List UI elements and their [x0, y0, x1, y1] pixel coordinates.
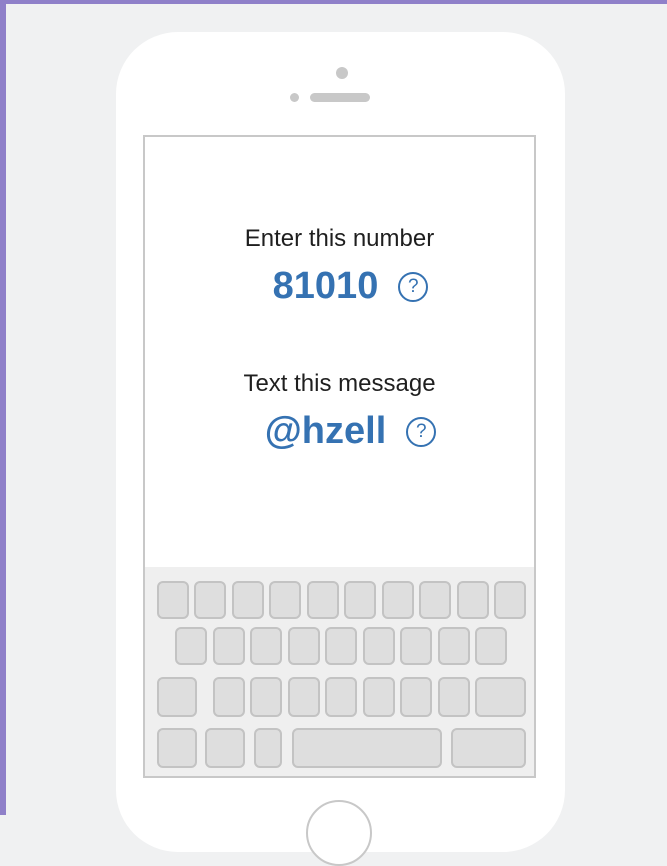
- keyboard-key: [288, 677, 320, 717]
- home-button: [306, 800, 372, 866]
- keyboard-globe-key: [205, 728, 245, 768]
- keyboard-key: [419, 581, 451, 619]
- keyboard-return-key: [451, 728, 526, 768]
- phone-screen: Enter this number 81010 ? Text this mess…: [143, 135, 536, 778]
- keyboard-mic-key: [254, 728, 282, 768]
- keyboard-key: [400, 627, 432, 665]
- message-help-icon[interactable]: ?: [406, 416, 437, 447]
- keyboard-key: [194, 581, 226, 619]
- keyboard-key: [250, 677, 282, 717]
- number-label: Enter this number: [244, 225, 435, 252]
- message-label: Text this message: [243, 370, 436, 397]
- keyboard-delete-key: [475, 677, 526, 717]
- keyboard-key: [475, 627, 507, 665]
- keyboard-key: [438, 677, 470, 717]
- keyboard-key: [457, 581, 489, 619]
- frame-border-top: [0, 0, 667, 4]
- keyboard-key: [344, 581, 376, 619]
- keyboard-key: [438, 627, 470, 665]
- keyboard-shift-key: [157, 677, 197, 717]
- keyboard-key: [400, 677, 432, 717]
- keyboard-key: [363, 677, 395, 717]
- message-value: @hzell: [264, 410, 387, 452]
- keyboard-key: [494, 581, 526, 619]
- keyboard-key: [232, 581, 264, 619]
- keyboard-key: [288, 627, 320, 665]
- keyboard-key: [325, 627, 357, 665]
- keyboard-numbers-key: [157, 728, 197, 768]
- keyboard-key: [269, 581, 301, 619]
- keyboard-key: [175, 627, 207, 665]
- keyboard-key: [213, 677, 245, 717]
- keyboard-space-key: [292, 728, 442, 768]
- keyboard-key: [325, 677, 357, 717]
- keyboard-key: [213, 627, 245, 665]
- number-help-icon[interactable]: ?: [398, 271, 429, 302]
- number-row: 81010 ?: [145, 265, 534, 308]
- keyboard-key: [363, 627, 395, 665]
- keyboard-key: [157, 581, 189, 619]
- sensor-icon: [290, 93, 299, 102]
- frame-border-left: [0, 0, 6, 815]
- keyboard-key: [250, 627, 282, 665]
- keyboard: [145, 567, 534, 776]
- speaker-icon: [310, 93, 370, 102]
- number-value: 81010: [272, 265, 379, 307]
- keyboard-key: [382, 581, 414, 619]
- keyboard-key: [307, 581, 339, 619]
- camera-icon: [336, 67, 348, 79]
- message-row: @hzell ?: [145, 410, 534, 453]
